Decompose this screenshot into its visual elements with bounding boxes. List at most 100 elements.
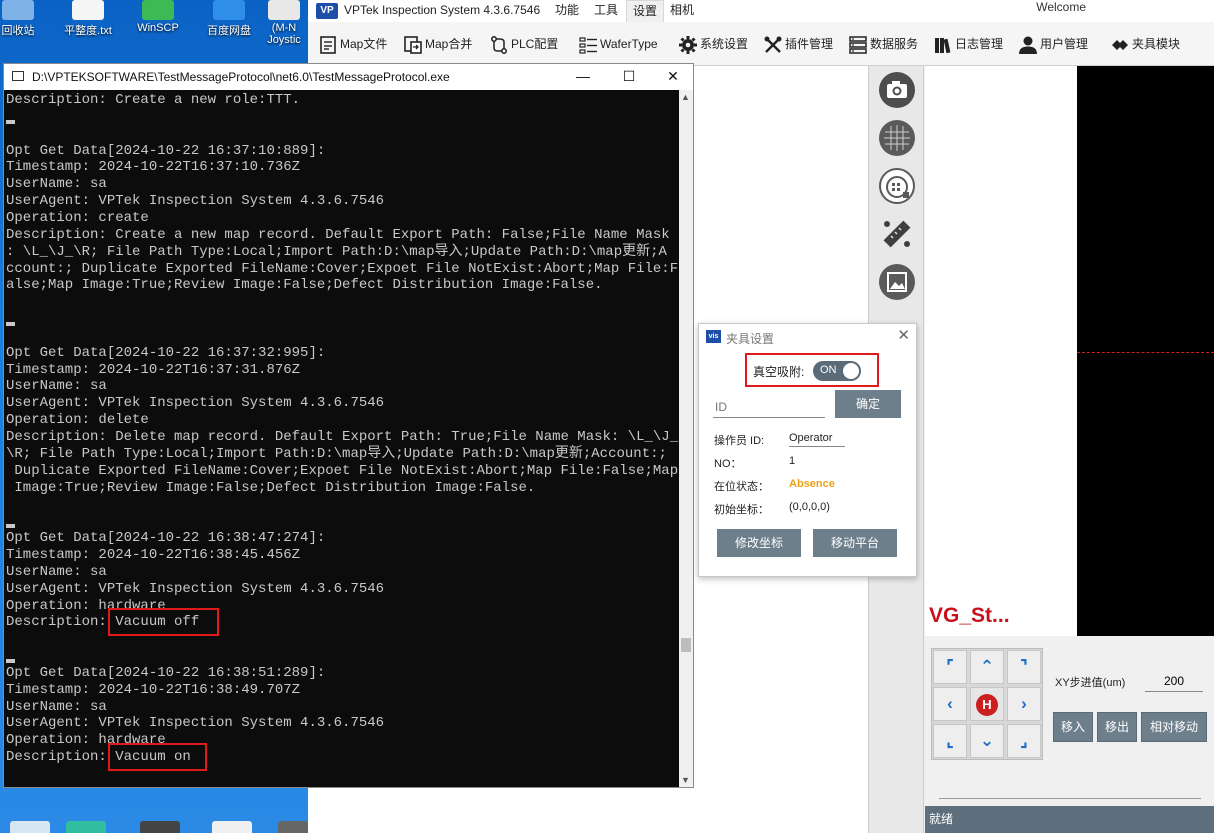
toggle-knob <box>843 363 859 379</box>
presence-status-label: 在位状态： <box>714 481 769 493</box>
taskbar-app-icon[interactable] <box>10 821 50 833</box>
toolbar-plc-config-button[interactable]: PLC配置 <box>489 30 558 58</box>
scroll-thumb[interactable] <box>681 638 691 652</box>
vacuum-label: 真空吸附: <box>753 365 805 379</box>
operator-id-value[interactable]: Operator <box>789 432 845 447</box>
jog-down-button[interactable]: ⌄ <box>970 724 1004 758</box>
console-cursor <box>6 119 15 124</box>
toolbar-system-settings-button[interactable]: 系统设置 <box>678 30 748 58</box>
console-line: Operation: delete <box>6 412 149 429</box>
console-cursor <box>6 659 15 664</box>
toolbar-label: 插件管理 <box>785 37 834 51</box>
console-title-bar[interactable]: D:\VPTEKSOFTWARE\TestMessageProtocol\net… <box>4 64 693 90</box>
move-out-button[interactable]: 移出 <box>1097 712 1137 742</box>
camera-icon[interactable] <box>879 72 915 108</box>
confirm-button[interactable]: 确定 <box>835 390 901 418</box>
console-line: Description: Delete map record. Default … <box>6 429 679 445</box>
vptek-logo: VP <box>316 3 338 19</box>
menu-tools[interactable]: 工具 <box>588 0 624 22</box>
id-input[interactable] <box>713 396 825 418</box>
stage-jog-panel: ⌜ ⌃ ⌝ ‹ H › ⌞ ⌄ ⌟ XY步进值(um) 移入 移出 相对移动 <box>925 636 1214 806</box>
gear-icon <box>678 35 698 55</box>
menu-camera[interactable]: 相机 <box>664 0 700 22</box>
fixture-settings-dialog: vis 夹具设置 ✕ 真空吸附: ON 确定 操作员 ID: Operator … <box>698 323 917 577</box>
toolbar-map-merge-button[interactable]: Map合并 <box>403 30 472 58</box>
fixture-icon <box>1110 35 1130 55</box>
jog-right-button[interactable]: › <box>1007 687 1041 721</box>
jog-down-left-button[interactable]: ⌞ <box>933 724 967 758</box>
vacuum-toggle[interactable]: ON <box>813 361 861 381</box>
console-line: UserName: sa <box>6 563 107 580</box>
toolbar-label: 日志管理 <box>955 37 1004 51</box>
console-line: Opt Get Data[2024-10-22 16:37:32:995]: <box>6 344 326 361</box>
initial-coordinates-value: (0,0,0,0) <box>789 501 830 513</box>
toolbar-label: 用户管理 <box>1040 37 1089 51</box>
toolbar-label: WaferType <box>600 37 658 51</box>
console-cursor <box>6 524 15 529</box>
jog-up-right-button[interactable]: ⌝ <box>1007 650 1041 684</box>
console-line: Duplicate Exported FileName:Cover;Expoet… <box>6 462 679 479</box>
camera-image-view[interactable] <box>1077 66 1214 636</box>
baidu-netdisk-icon <box>213 0 245 20</box>
scroll-up-icon[interactable]: ▲ <box>681 92 690 102</box>
relative-move-button[interactable]: 相对移动 <box>1141 712 1207 742</box>
close-button[interactable]: ✕ <box>651 64 695 90</box>
toolbar-log-management-button[interactable]: 日志管理 <box>933 30 1003 58</box>
jog-down-right-button[interactable]: ⌟ <box>1007 724 1041 758</box>
map-file-icon <box>318 35 338 55</box>
jog-up-button[interactable]: ⌃ <box>970 650 1004 684</box>
desktop-icon-winscp[interactable]: WinSCP <box>122 0 194 60</box>
dialog-title: 夹具设置 <box>726 332 775 346</box>
taskbar-app-icon[interactable] <box>212 821 252 833</box>
taskbar-app-icon[interactable] <box>66 821 106 833</box>
console-line: Timestamp: 2024-10-22T16:37:31.876Z <box>6 361 301 378</box>
toolbar-map-file-button[interactable]: Map文件 <box>318 30 387 58</box>
desktop-icon-baidu-netdisk[interactable]: 百度网盘 <box>193 0 265 60</box>
desktop-icon-flatness-txt[interactable]: 平整度.txt <box>52 0 124 60</box>
toolbar-fixture-module-button[interactable]: 夹具模块 <box>1110 30 1180 58</box>
toolbar-data-service-button[interactable]: 数据服务 <box>848 30 918 58</box>
image-frame-icon[interactable] <box>879 264 915 300</box>
taskbar-app-icon[interactable] <box>140 821 180 833</box>
toolbar-label: 夹具模块 <box>1132 37 1181 51</box>
measure-ruler-icon[interactable] <box>879 216 915 252</box>
toolbar-wafer-type-button[interactable]: WaferType <box>578 30 658 58</box>
console-window: D:\VPTEKSOFTWARE\TestMessageProtocol\net… <box>3 63 694 788</box>
operator-id-label: 操作员 ID: <box>714 435 765 447</box>
modify-coordinates-button[interactable]: 修改坐标 <box>717 529 801 557</box>
jog-up-left-button[interactable]: ⌜ <box>933 650 967 684</box>
menu-function[interactable]: 功能 <box>549 0 585 22</box>
console-line: ccount:; Duplicate Exported FileName:Cov… <box>6 260 679 277</box>
wafer-map-icon[interactable] <box>879 168 915 204</box>
menu-settings[interactable]: 设置 <box>626 0 665 22</box>
desktop-icon-joystick[interactable]: (M-N Joystic <box>258 0 310 60</box>
wafer-grid-icon[interactable] <box>879 120 915 156</box>
console-scrollbar[interactable]: ▲ ▼ <box>679 90 693 787</box>
minimize-button[interactable]: — <box>561 64 605 90</box>
console-line: UserAgent: VPTek Inspection System 4.3.6… <box>6 193 385 210</box>
taskbar-app-icon[interactable] <box>278 821 308 833</box>
toolbar-label: Map合并 <box>425 37 473 51</box>
desktop-icon-recycle-bin[interactable]: 回收站 <box>0 0 54 60</box>
app-title: VPTek Inspection System 4.3.6.7546 <box>344 3 541 17</box>
console-line: UserName: sa <box>6 378 107 395</box>
plugin-tools-icon <box>763 35 783 55</box>
console-line: Image:True;Review Image:False;Defect Dis… <box>6 479 536 496</box>
toolbar-plugin-management-button[interactable]: 插件管理 <box>763 30 833 58</box>
move-in-button[interactable]: 移入 <box>1053 712 1093 742</box>
move-platform-button[interactable]: 移动平台 <box>813 529 897 557</box>
console-output[interactable]: Description: Create a new role:TTT. Opt G… <box>4 90 679 787</box>
scroll-down-icon[interactable]: ▼ <box>681 775 690 785</box>
console-line: UserName: sa <box>6 698 107 715</box>
toolbar-user-management-button[interactable]: 用户管理 <box>1018 30 1088 58</box>
jog-left-button[interactable]: ‹ <box>933 687 967 721</box>
jog-home-button[interactable]: H <box>970 687 1004 721</box>
console-line: UserAgent: VPTek Inspection System 4.3.6… <box>6 395 385 412</box>
maximize-button[interactable]: ☐ <box>607 64 651 90</box>
xy-step-input[interactable] <box>1145 670 1203 692</box>
status-bar: 就绪 <box>925 806 1214 833</box>
close-icon[interactable]: ✕ <box>897 326 910 344</box>
console-line: Opt Get Data[2024-10-22 16:38:47:274]: <box>6 530 326 547</box>
crosshair-line <box>1077 352 1214 353</box>
toolbar-label: 系统设置 <box>700 37 749 51</box>
